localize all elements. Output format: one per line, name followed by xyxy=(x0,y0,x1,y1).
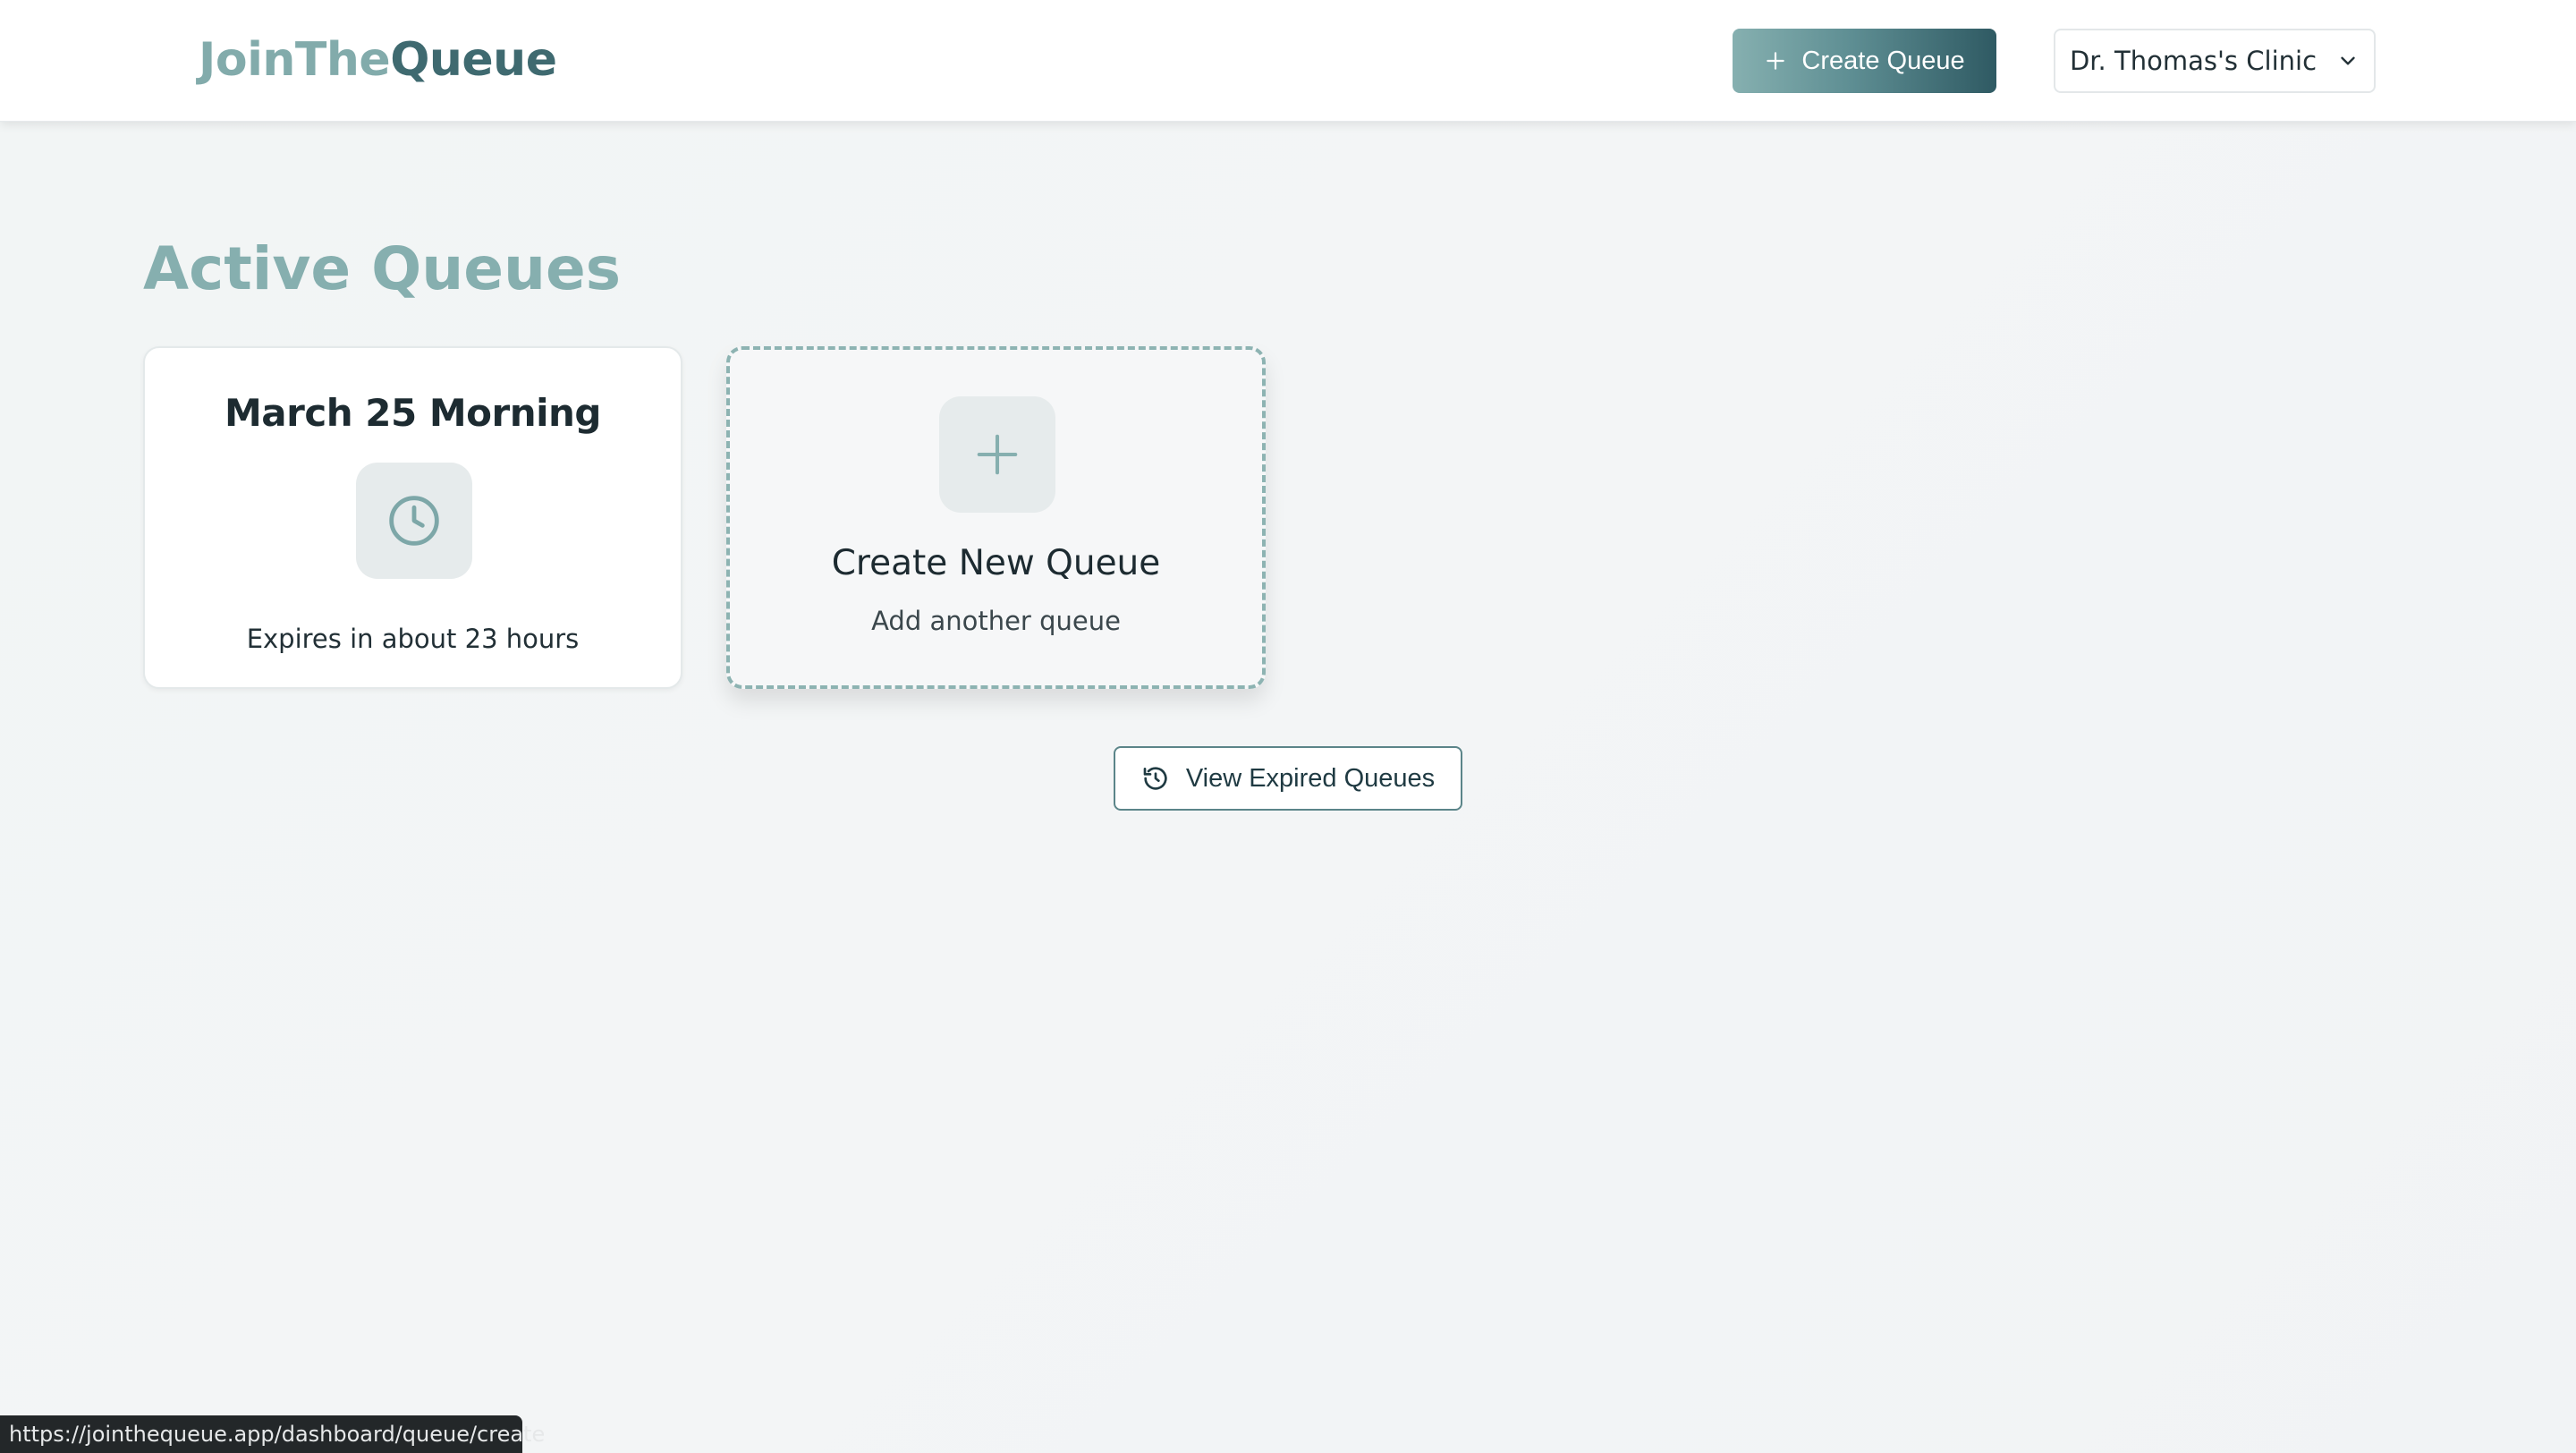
clock-icon xyxy=(389,496,439,546)
create-queue-button[interactable]: Create Queue xyxy=(1733,29,1996,93)
clinic-selector[interactable]: Dr. Thomas's Clinic xyxy=(2054,29,2376,93)
link-status-bar: https://jointhequeue.app/dashboard/queue… xyxy=(0,1415,545,1453)
plus-icon xyxy=(1767,52,1785,70)
create-queue-label: Create Queue xyxy=(1801,46,1965,75)
chevron-down-icon xyxy=(2341,56,2355,65)
queue-icon-tile xyxy=(356,463,472,579)
history-icon xyxy=(1143,767,1167,790)
queue-name: March 25 Morning xyxy=(225,391,601,435)
create-new-queue-subtitle: Add another queue xyxy=(871,606,1121,636)
create-new-queue-title: Create New Queue xyxy=(831,543,1161,583)
app-logo[interactable]: JoinTheQueue xyxy=(199,29,557,91)
clinic-name: Dr. Thomas's Clinic xyxy=(2069,46,2318,76)
view-expired-label: View Expired Queues xyxy=(1185,763,1436,793)
create-new-queue-card[interactable]: Create New Queue Add another queue xyxy=(726,346,1266,689)
page-title: Active Queues xyxy=(143,234,622,303)
logo-text-part1: JoinThe xyxy=(199,33,391,87)
view-expired-queues-button[interactable]: View Expired Queues xyxy=(1114,746,1462,811)
queue-card[interactable]: March 25 Morning Expires in about 23 hou… xyxy=(143,346,682,689)
queue-expiry: Expires in about 23 hours xyxy=(246,624,580,654)
plus-icon-tile xyxy=(939,396,1055,513)
top-header: JoinTheQueue Create Queue Dr. Thomas's C… xyxy=(0,0,2576,122)
logo-text-part2: Queue xyxy=(390,33,557,87)
plus-icon xyxy=(977,434,1018,475)
